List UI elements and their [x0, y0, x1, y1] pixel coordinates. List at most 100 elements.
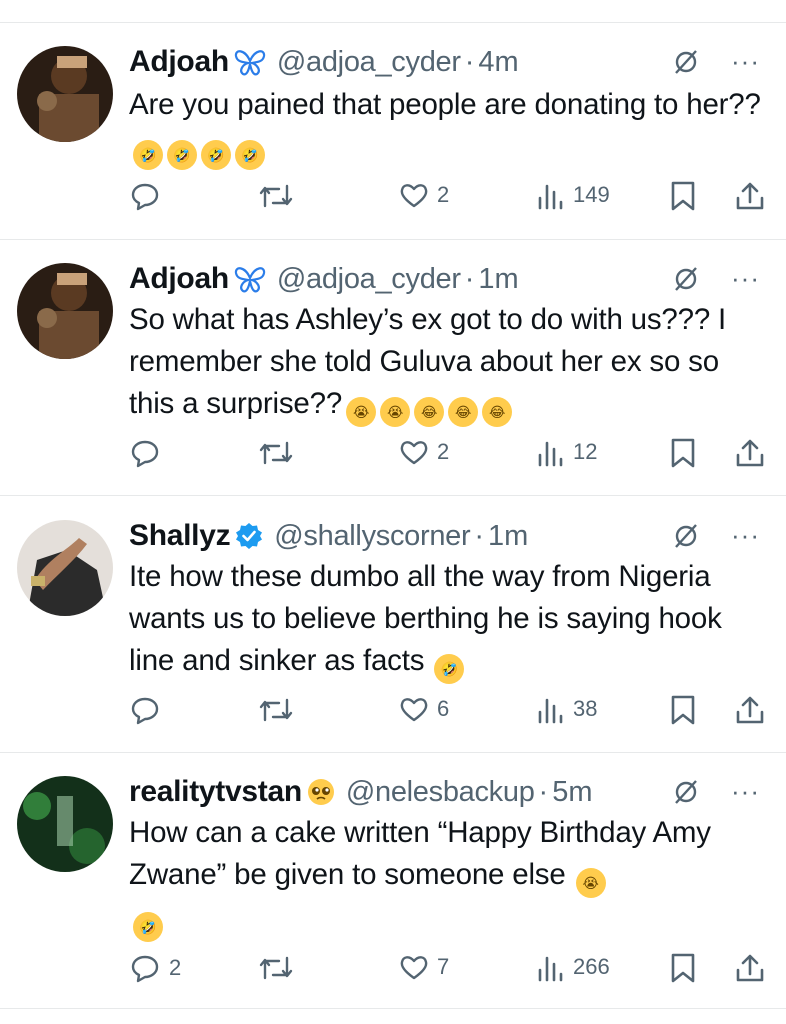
rofl-emoji: 🤣	[133, 140, 163, 170]
handle[interactable]: @adjoa_cyder	[277, 46, 461, 79]
share-icon	[736, 954, 764, 982]
bookmark-icon	[671, 953, 695, 983]
handle[interactable]: @shallyscorner	[274, 520, 470, 553]
rofl-emoji: 🤣	[434, 654, 465, 684]
more-options-icon[interactable]: ···	[731, 263, 760, 294]
share-button[interactable]	[735, 437, 765, 469]
tweet-text: Are you pained that people are donating …	[129, 84, 769, 170]
divider	[0, 239, 786, 240]
bookmark-button[interactable]	[670, 694, 696, 726]
like-button[interactable]: 2	[399, 180, 449, 210]
handle[interactable]: @nelesbackup	[346, 776, 535, 809]
timestamp[interactable]: 4m	[478, 46, 518, 79]
like-count: 6	[437, 696, 450, 721]
bookmark-button[interactable]	[670, 437, 696, 469]
display-name[interactable]: realitytvstan	[129, 775, 302, 809]
retweet-button[interactable]	[257, 437, 303, 469]
grok-icon[interactable]	[672, 48, 700, 81]
reply-button[interactable]	[129, 694, 169, 726]
reply-button[interactable]	[129, 437, 169, 469]
tweet-header: Adjoah @adjoa_cyder · 1m ···	[129, 259, 766, 299]
views-button[interactable]: 38	[537, 694, 597, 724]
retweet-icon	[259, 956, 293, 980]
tweet-text: How can a cake written “Happy Birthday A…	[129, 812, 769, 942]
reply-count: 2	[169, 955, 182, 980]
tweet-header: realitytvstan @nelesbackup · 5m ···	[129, 772, 766, 812]
views-count: 266	[573, 954, 610, 979]
retweet-button[interactable]	[257, 180, 303, 212]
like-button[interactable]: 2	[399, 437, 449, 467]
separator: ·	[464, 45, 475, 78]
rofl-emoji: 🤣	[167, 140, 197, 170]
views-icon	[538, 184, 563, 210]
tweet-actions: 2 149	[129, 180, 769, 216]
tweet-text: So what has Ashley’s ex got to do with u…	[129, 299, 769, 427]
tweet-actions: 2 7 266	[129, 952, 769, 988]
avatar[interactable]	[17, 263, 113, 359]
heart-icon	[400, 441, 428, 465]
loudly-crying-emoji: 😭	[380, 397, 411, 427]
reply-button[interactable]: 2	[129, 952, 181, 984]
tweet[interactable]: realitytvstan @nelesbackup · 5m ··· How …	[0, 770, 786, 1005]
grok-icon[interactable]	[672, 522, 700, 555]
views-button[interactable]: 12	[537, 437, 597, 467]
views-button[interactable]: 149	[537, 180, 610, 210]
separator: ·	[538, 775, 549, 808]
divider	[0, 752, 786, 753]
tweet-body: Ite how these dumbo all the way from Nig…	[129, 560, 722, 677]
joy-emoji: 😂	[482, 397, 513, 427]
like-button[interactable]: 6	[399, 694, 449, 724]
bookmark-icon	[671, 181, 695, 211]
avatar[interactable]	[17, 776, 113, 872]
reply-button[interactable]	[129, 180, 169, 212]
share-button[interactable]	[735, 952, 765, 984]
bookmark-icon	[671, 438, 695, 468]
more-options-icon[interactable]: ···	[731, 46, 760, 77]
tweet[interactable]: Adjoah @adjoa_cyder · 1m ··· So what has…	[0, 257, 786, 487]
heart-icon	[400, 698, 428, 722]
grok-icon[interactable]	[672, 778, 700, 811]
like-count: 2	[437, 439, 450, 464]
reply-icon	[131, 697, 159, 725]
retweet-icon	[259, 698, 293, 722]
tweet-actions: 2 12	[129, 437, 769, 473]
tweet-text: Ite how these dumbo all the way from Nig…	[129, 556, 769, 684]
tweet[interactable]: Shallyz @shallyscorner · 1m ··· Ite how …	[0, 514, 786, 744]
reply-icon	[131, 955, 159, 983]
bookmark-button[interactable]	[670, 952, 696, 984]
more-options-icon[interactable]: ···	[731, 520, 760, 551]
bookmark-icon	[671, 695, 695, 725]
grok-icon[interactable]	[672, 265, 700, 298]
share-icon	[736, 696, 764, 724]
timestamp[interactable]: 1m	[488, 520, 528, 553]
separator: ·	[464, 262, 475, 295]
handle[interactable]: @adjoa_cyder	[277, 263, 461, 296]
retweet-button[interactable]	[257, 952, 303, 984]
views-button[interactable]: 266	[537, 952, 610, 982]
divider	[0, 495, 786, 496]
retweet-button[interactable]	[257, 694, 303, 726]
like-count: 7	[437, 954, 450, 979]
timestamp[interactable]: 1m	[478, 263, 518, 296]
butterfly-icon	[233, 47, 267, 77]
views-count: 149	[573, 182, 610, 207]
display-name[interactable]: Adjoah	[129, 262, 229, 296]
display-name[interactable]: Shallyz	[129, 519, 231, 553]
share-button[interactable]	[735, 180, 765, 212]
views-icon	[538, 441, 563, 467]
more-options-icon[interactable]: ···	[731, 776, 760, 807]
like-button[interactable]: 7	[399, 952, 449, 982]
avatar[interactable]	[17, 46, 113, 142]
share-icon	[736, 439, 764, 467]
retweet-icon	[259, 184, 293, 208]
views-icon	[538, 698, 563, 724]
tweet-actions: 6 38	[129, 694, 769, 730]
bookmark-button[interactable]	[670, 180, 696, 212]
timestamp[interactable]: 5m	[552, 776, 592, 809]
share-button[interactable]	[735, 694, 765, 726]
display-name[interactable]: Adjoah	[129, 45, 229, 79]
tweet-header: Shallyz @shallyscorner · 1m ···	[129, 516, 766, 556]
avatar[interactable]	[17, 520, 113, 616]
like-count: 2	[437, 182, 450, 207]
tweet[interactable]: Adjoah @adjoa_cyder · 4m ··· Are you pai…	[0, 40, 786, 230]
